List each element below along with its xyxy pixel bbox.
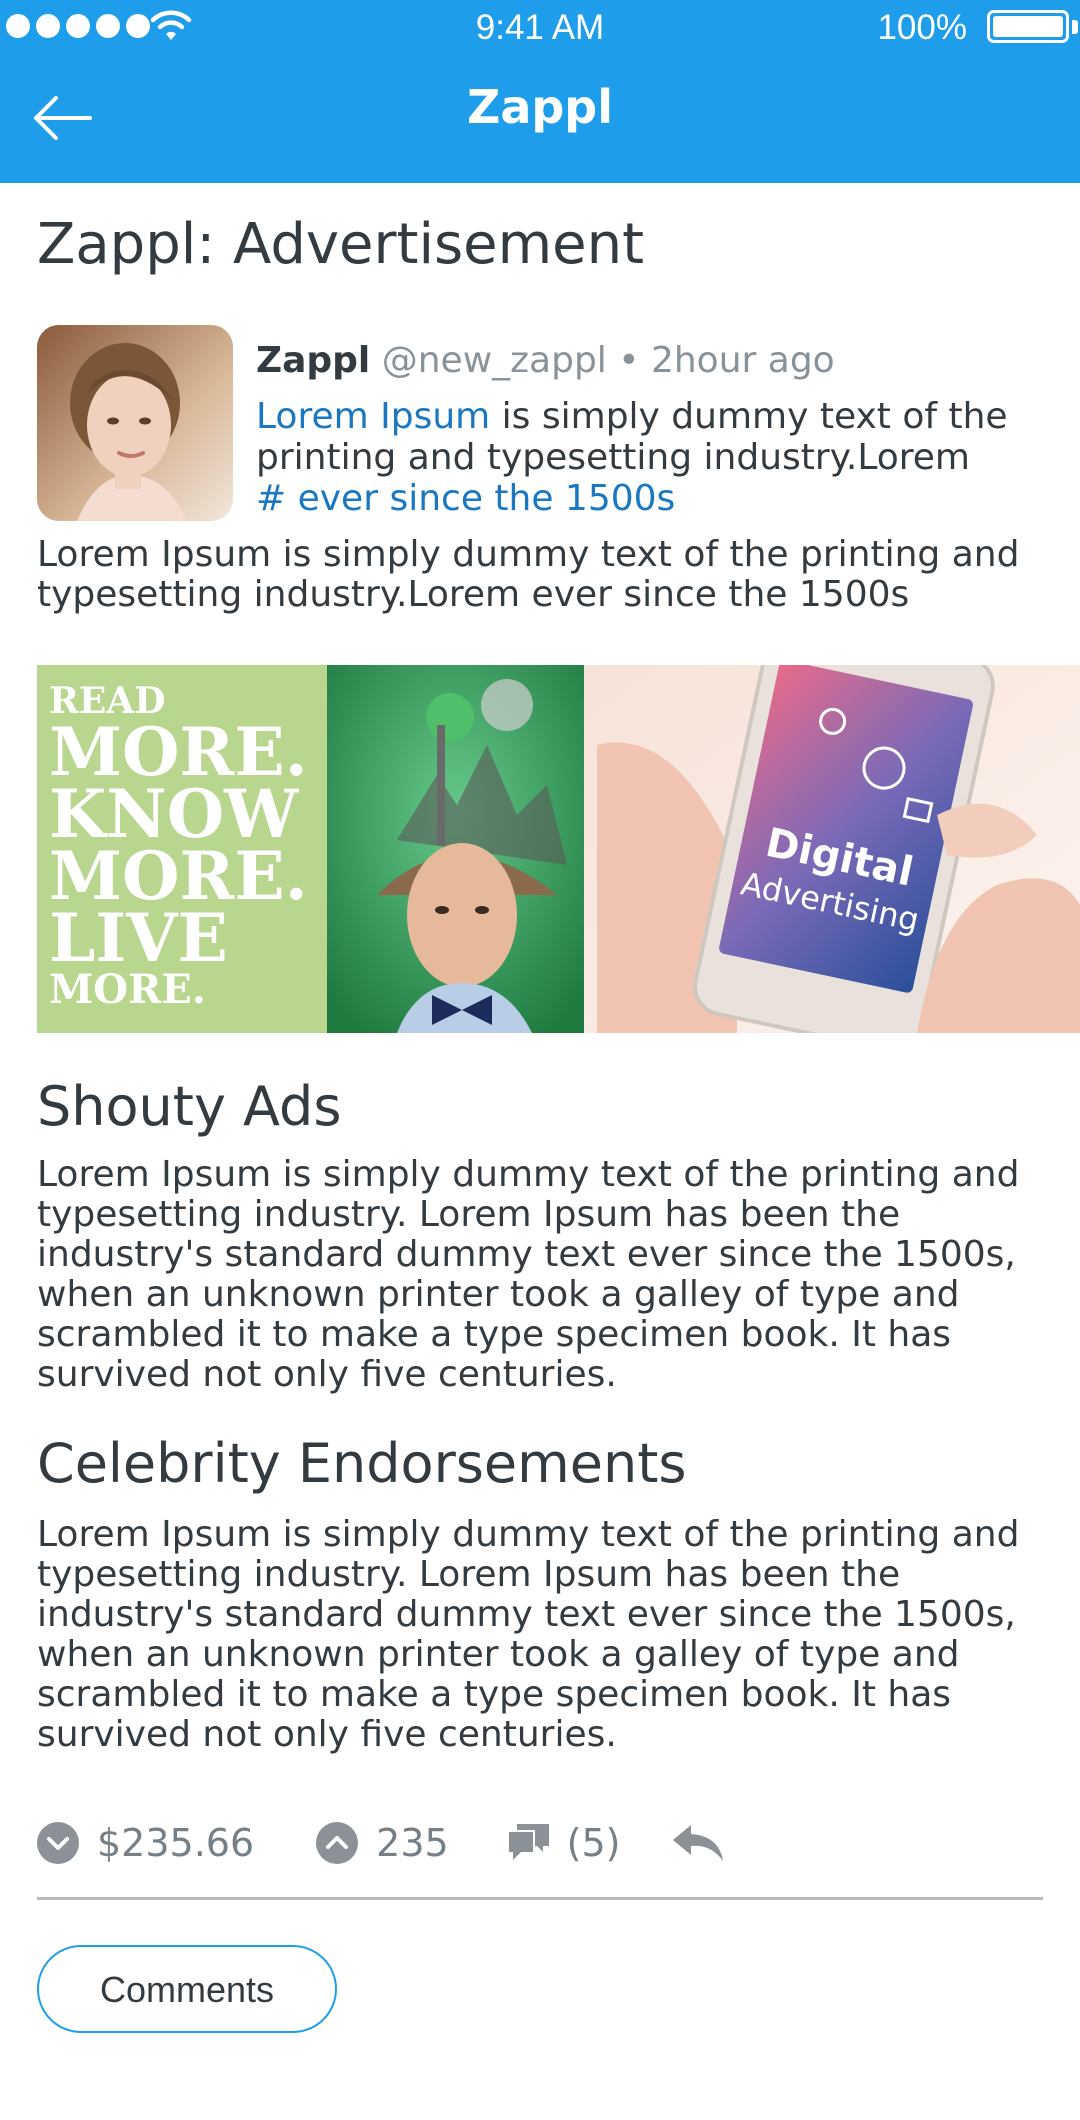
post-author[interactable]: Zappl (256, 340, 370, 381)
section-body-celebrity-endorsements: Lorem Ipsum is simply dummy text of the … (37, 1514, 1020, 1755)
battery-percentage: 100% (877, 8, 967, 47)
reply-arrow-icon[interactable] (671, 1823, 725, 1863)
post-link[interactable]: Lorem Ipsum (256, 396, 490, 437)
comments-count: (5) (566, 1821, 621, 1865)
upvote-action[interactable]: 235 (316, 1821, 449, 1865)
page-title: Zappl: Advertisement (37, 212, 645, 277)
post-description: Lorem Ipsum is simply dummy text of the … (37, 534, 1020, 615)
share-action[interactable] (671, 1823, 725, 1863)
post-header: Zappl @new_zappl • 2hour ago (256, 340, 835, 381)
post-text: Lorem Ipsum is simply dummy text of the … (256, 396, 1056, 519)
downvote-action[interactable]: $235.66 (37, 1821, 254, 1865)
post-actions: $235.66 235 (5) (37, 1815, 725, 1871)
app-header: 9:41 AM 100% Zappl (0, 0, 1080, 183)
divider (37, 1897, 1043, 1900)
battery-tip (1072, 20, 1078, 34)
section-body-shouty-ads: Lorem Ipsum is simply dummy text of the … (37, 1154, 1020, 1395)
section-title-celebrity-endorsements: Celebrity Endorsements (37, 1432, 687, 1495)
post-separator: • (618, 340, 640, 381)
post-handle[interactable]: @new_zappl (382, 340, 607, 381)
comments-button[interactable]: Comments (37, 1945, 337, 2033)
battery-icon (987, 10, 1069, 43)
chevron-up-icon[interactable] (316, 1822, 359, 1864)
poster-line-5: MORE. (49, 966, 206, 1013)
status-bar: 9:41 AM 100% (0, 0, 1080, 56)
post-media[interactable]: READ MORE. KNOW MORE. LIVE MORE. Digital (37, 665, 1080, 1033)
comments-icon[interactable] (507, 1822, 551, 1864)
post-time: 2hour ago (650, 340, 835, 381)
app-title: Zappl (466, 80, 614, 134)
upvote-count: 235 (376, 1821, 449, 1865)
comments-action[interactable]: (5) (507, 1821, 621, 1865)
avatar[interactable] (37, 325, 233, 521)
chevron-down-icon[interactable] (37, 1822, 79, 1864)
section-title-shouty-ads: Shouty Ads (37, 1075, 342, 1138)
post-value: $235.66 (97, 1821, 255, 1865)
post-hashtag[interactable]: # ever since the 1500s (256, 478, 1056, 519)
